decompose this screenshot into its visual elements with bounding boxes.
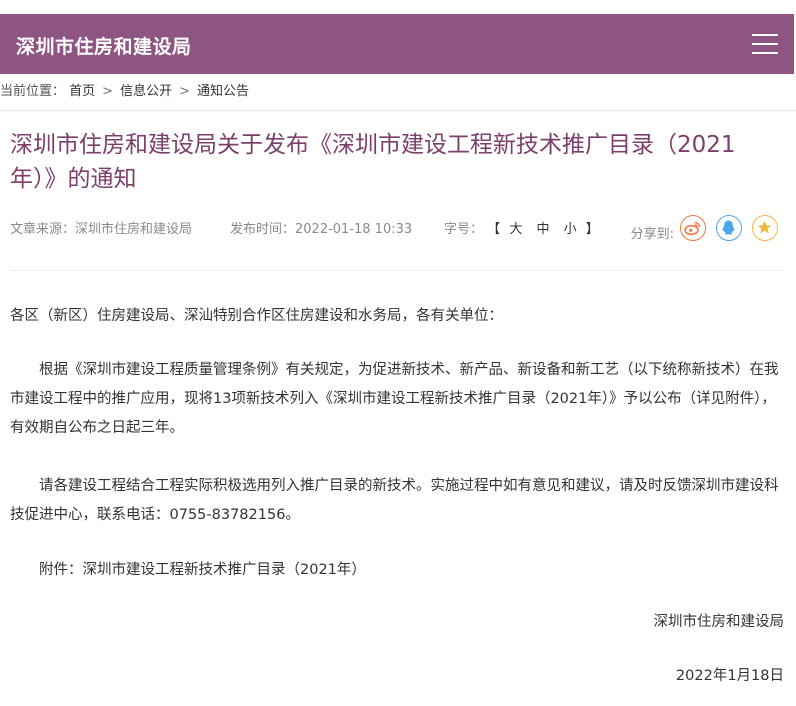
breadcrumb-notices[interactable]: 通知公告: [197, 84, 249, 99]
qq-icon[interactable]: [716, 215, 742, 241]
breadcrumb-label: 当前位置：: [0, 84, 66, 99]
meta-divider: [10, 270, 784, 271]
article-title: 深圳市住房和建设局关于发布《深圳市建设工程新技术推广目录（2021年）》的通知: [10, 132, 736, 192]
article-greeting: 各区（新区）住房建设局、深汕特别合作区住房建设和水务局，各有关单位：: [10, 308, 503, 324]
breadcrumb-info-public[interactable]: 信息公开: [120, 84, 172, 99]
font-size-large[interactable]: 大: [509, 222, 522, 237]
font-size-label: 字号：: [444, 222, 484, 237]
publish-time: 发布时间：2022-01-18 10:33: [230, 222, 413, 237]
article-meta: 文章来源：深圳市住房和建设局 发布时间：2022-01-18 10:33 字号：…: [10, 215, 786, 242]
site-title[interactable]: 深圳市住房和建设局: [16, 32, 192, 59]
article-paragraph: 根据《深圳市建设工程质量管理条例》有关规定，为促进新技术、新产品、新设备和新工艺…: [10, 362, 779, 436]
share-label: 分享到:: [630, 227, 674, 242]
site-header: 深圳市住房和建设局: [0, 14, 794, 74]
article-source: 文章来源：深圳市住房和建设局: [10, 222, 193, 237]
signature-date: 2022年1月18日: [675, 668, 784, 684]
font-size-small[interactable]: 小: [564, 222, 577, 237]
font-size-medium[interactable]: 中: [536, 222, 549, 237]
attachment-link[interactable]: 附件：深圳市建设工程新技术推广目录（2021年）: [10, 556, 784, 585]
font-size-control: 字号： 【 大 中 小 】: [444, 218, 599, 237]
breadcrumb: 当前位置： 首页 > 信息公开 > 通知公告: [0, 74, 796, 111]
hamburger-menu-icon[interactable]: [752, 34, 778, 54]
share-bar: 分享到:: [598, 213, 778, 243]
breadcrumb-home[interactable]: 首页: [69, 84, 95, 99]
top-strip: [0, 0, 796, 15]
font-size-bracket-open: 【: [487, 222, 501, 237]
qzone-icon[interactable]: [752, 215, 778, 241]
signature-org: 深圳市住房和建设局: [653, 614, 785, 630]
font-size-bracket-close: 】: [585, 222, 599, 237]
breadcrumb-separator: >: [179, 84, 190, 99]
weibo-icon[interactable]: [680, 215, 706, 241]
breadcrumb-separator: >: [102, 84, 114, 99]
article-paragraph: 请各建设工程结合工程实际积极选用列入推广目录的新技术。实施过程中如有意见和建议，…: [10, 478, 779, 523]
